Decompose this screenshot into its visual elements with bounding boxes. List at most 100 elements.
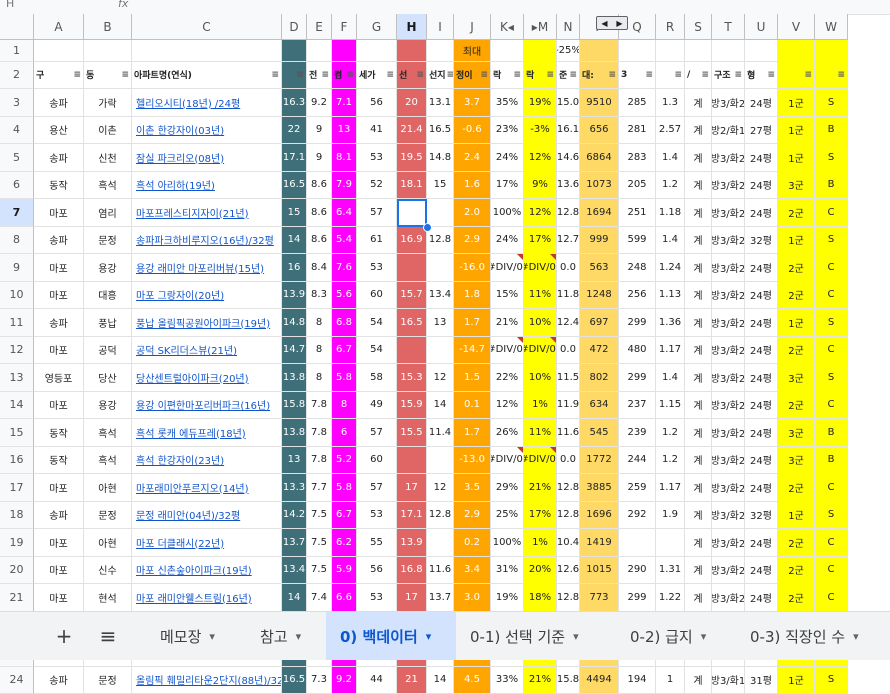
cell-v5[interactable]: 1군: [778, 144, 815, 172]
cell-v24[interactable]: 1군: [778, 667, 815, 694]
filter-icon[interactable]: ≡: [645, 70, 653, 80]
cell-k6[interactable]: 17%: [491, 172, 524, 200]
cell-n6[interactable]: 13.6: [557, 172, 580, 200]
cell-m5[interactable]: 12%: [524, 144, 557, 172]
filter-icon[interactable]: ≡: [416, 70, 424, 80]
cell-i9[interactable]: [427, 254, 454, 282]
cell-f10[interactable]: 5.6: [332, 282, 357, 310]
chevron-down-icon[interactable]: ▾: [296, 630, 302, 643]
column-group-toggle[interactable]: ◀ ▶: [596, 16, 628, 30]
cell-s17[interactable]: 계: [685, 474, 712, 502]
cell-c19[interactable]: 마포 더클래시(22년): [132, 529, 282, 557]
cell-f24[interactable]: 9.2: [332, 667, 357, 694]
cell-w21[interactable]: C: [815, 584, 848, 612]
cell-g9[interactable]: 53: [357, 254, 397, 282]
cell-t5[interactable]: 방3/화2: [712, 144, 745, 172]
cell-q12[interactable]: 480: [619, 337, 656, 365]
row-header-24[interactable]: 24: [0, 667, 34, 694]
arrow-left-icon[interactable]: ◀: [601, 19, 607, 28]
row-header-20[interactable]: 20: [0, 557, 34, 585]
cell-q13[interactable]: 299: [619, 364, 656, 392]
cell-t4[interactable]: 방2/화1: [712, 117, 745, 145]
cell-h14[interactable]: 15.9: [397, 392, 427, 420]
cell-r3[interactable]: 1.3: [656, 89, 685, 117]
cell-s3[interactable]: 계: [685, 89, 712, 117]
header-cell-i[interactable]: 선지≡: [427, 62, 454, 90]
cell-f7[interactable]: 6.4: [332, 199, 357, 227]
cell-m1[interactable]: [524, 40, 557, 62]
cell-n16[interactable]: 0.0: [557, 447, 580, 475]
cell-w18[interactable]: S: [815, 502, 848, 530]
cell-p3[interactable]: 9510: [580, 89, 619, 117]
filter-icon[interactable]: ≡: [767, 70, 775, 80]
row-header-12[interactable]: 12: [0, 337, 34, 365]
cell-p10[interactable]: 1248: [580, 282, 619, 310]
cell-n5[interactable]: 14.6: [557, 144, 580, 172]
cell-g1[interactable]: [357, 40, 397, 62]
cell-q18[interactable]: 292: [619, 502, 656, 530]
cell-q9[interactable]: 248: [619, 254, 656, 282]
cell-e18[interactable]: 7.5: [307, 502, 332, 530]
cell-m7[interactable]: 12%: [524, 199, 557, 227]
header-cell-h[interactable]: 선≡: [397, 62, 427, 90]
cell-r17[interactable]: 1.17: [656, 474, 685, 502]
row-header-3[interactable]: 3: [0, 89, 34, 117]
cell-b4[interactable]: 이촌: [84, 117, 132, 145]
cell-a21[interactable]: 마포: [34, 584, 84, 612]
cell-h20[interactable]: 16.8: [397, 557, 427, 585]
cell-n17[interactable]: 12.8: [557, 474, 580, 502]
cell-c4[interactable]: 이촌 한강자이(03년): [132, 117, 282, 145]
cell-i11[interactable]: 13: [427, 309, 454, 337]
cell-v10[interactable]: 2군: [778, 282, 815, 310]
cell-g12[interactable]: 54: [357, 337, 397, 365]
cell-v7[interactable]: 2군: [778, 199, 815, 227]
cell-b14[interactable]: 용강: [84, 392, 132, 420]
cell-e15[interactable]: 7.8: [307, 419, 332, 447]
cell-c7[interactable]: 마포프레스티지자이(21년): [132, 199, 282, 227]
cell-m21[interactable]: 18%: [524, 584, 557, 612]
header-cell-k[interactable]: 락≡: [491, 62, 524, 90]
cell-j4[interactable]: -0.6: [454, 117, 491, 145]
cell-g15[interactable]: 57: [357, 419, 397, 447]
cell-r7[interactable]: 1.18: [656, 199, 685, 227]
header-cell-r[interactable]: ≡: [656, 62, 685, 90]
cell-i15[interactable]: 11.4: [427, 419, 454, 447]
cell-n11[interactable]: 12.4: [557, 309, 580, 337]
cell-k10[interactable]: 15%: [491, 282, 524, 310]
cell-f1[interactable]: [332, 40, 357, 62]
cell-t24[interactable]: 방3/화1: [712, 667, 745, 694]
cell-r16[interactable]: 1.2: [656, 447, 685, 475]
cell-f13[interactable]: 5.8: [332, 364, 357, 392]
cell-i7[interactable]: [427, 199, 454, 227]
cell-i4[interactable]: 16.5: [427, 117, 454, 145]
filter-icon[interactable]: ≡: [447, 70, 454, 80]
cell-m13[interactable]: 10%: [524, 364, 557, 392]
cell-e7[interactable]: 8.6: [307, 199, 332, 227]
header-cell-s[interactable]: /≡: [685, 62, 712, 90]
cell-p15[interactable]: 545: [580, 419, 619, 447]
cell-n24[interactable]: 15.8: [557, 667, 580, 694]
cell-g7[interactable]: 57: [357, 199, 397, 227]
cell-s16[interactable]: 계: [685, 447, 712, 475]
cell-d14[interactable]: 15.8: [282, 392, 307, 420]
cell-p18[interactable]: 1696: [580, 502, 619, 530]
column-header-w[interactable]: W: [815, 14, 848, 40]
cell-t8[interactable]: 방3/화2: [712, 227, 745, 255]
cell-d24[interactable]: 16.5: [282, 667, 307, 694]
cell-c6[interactable]: 흑석 아리하(19년): [132, 172, 282, 200]
cell-p8[interactable]: 999: [580, 227, 619, 255]
cell-b20[interactable]: 신수: [84, 557, 132, 585]
cell-a15[interactable]: 동작: [34, 419, 84, 447]
cell-p13[interactable]: 802: [580, 364, 619, 392]
cell-a3[interactable]: 송파: [34, 89, 84, 117]
cell-i13[interactable]: 12: [427, 364, 454, 392]
cell-r8[interactable]: 1.4: [656, 227, 685, 255]
cell-h5[interactable]: 19.5: [397, 144, 427, 172]
cell-m10[interactable]: 11%: [524, 282, 557, 310]
cell-d17[interactable]: 13.3: [282, 474, 307, 502]
cell-k11[interactable]: 21%: [491, 309, 524, 337]
cell-b5[interactable]: 신천: [84, 144, 132, 172]
header-cell-b[interactable]: 동≡: [84, 62, 132, 90]
select-all-corner[interactable]: [0, 14, 34, 40]
cell-f16[interactable]: 5.2: [332, 447, 357, 475]
